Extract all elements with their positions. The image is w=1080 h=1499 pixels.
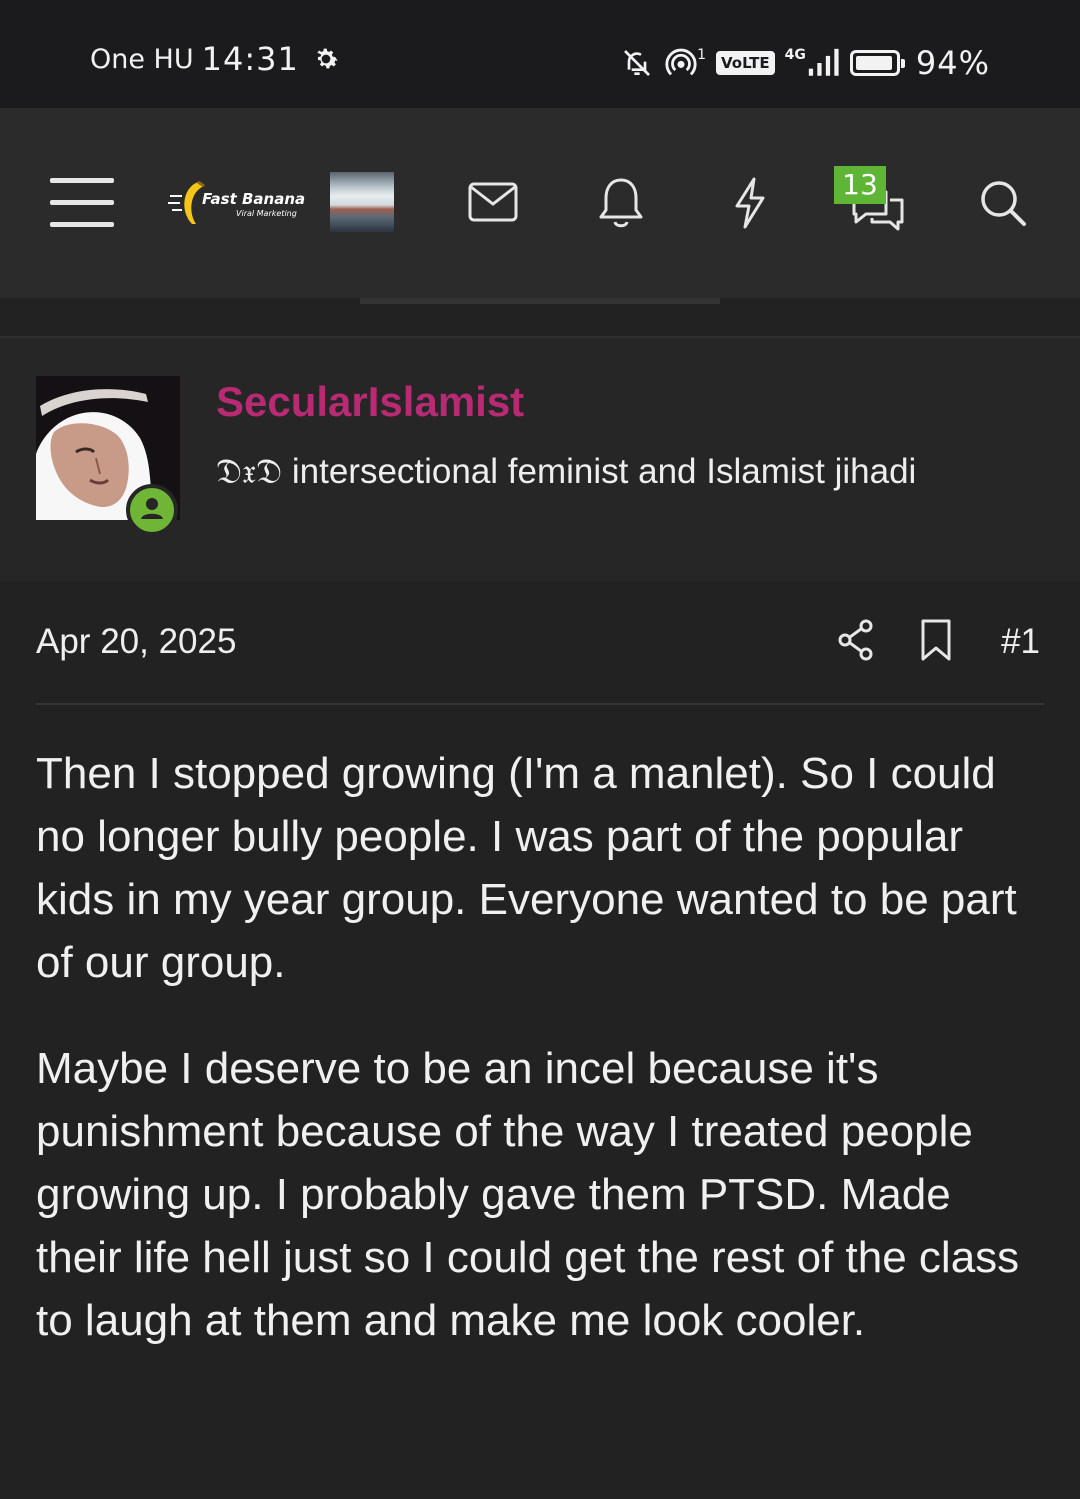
lightning-icon[interactable] bbox=[732, 176, 768, 230]
user-title: 𝔇𝔵𝔇 intersectional feminist and Islamist… bbox=[216, 452, 916, 492]
battery-percent: 94% bbox=[915, 44, 990, 82]
battery-fill bbox=[855, 56, 892, 70]
hotspot-icon bbox=[665, 48, 697, 76]
logo-text: Fast Banana bbox=[202, 190, 306, 208]
gear-icon bbox=[317, 48, 338, 69]
conversations-badge: 13 bbox=[834, 166, 886, 204]
logo-subtext: Viral Marketing bbox=[236, 209, 297, 218]
clock: 14:31 bbox=[201, 40, 299, 78]
post-message: Then I stopped growing (I'm a manlet). S… bbox=[36, 742, 1046, 1395]
status-right: 1 VoLTE 4G 94% bbox=[621, 44, 990, 82]
sim-indicator: 1 bbox=[697, 47, 706, 63]
meta-divider bbox=[36, 703, 1044, 705]
user-title-prefix: 𝔇𝔵𝔇 bbox=[216, 452, 283, 491]
battery-icon bbox=[849, 50, 905, 76]
banner-thumbnail[interactable] bbox=[330, 172, 394, 232]
share-icon[interactable] bbox=[836, 618, 876, 662]
bookmark-icon[interactable] bbox=[918, 618, 954, 662]
bell-icon[interactable] bbox=[598, 176, 644, 230]
status-bar: One HU 14:31 1 VoLTE 4G 94% bbox=[0, 0, 1080, 108]
bell-muted-icon bbox=[624, 50, 651, 76]
network-type: 4G bbox=[784, 47, 806, 63]
status-left: One HU 14:31 bbox=[90, 40, 341, 78]
carrier-name: One HU bbox=[90, 43, 194, 75]
message-paragraph: Then I stopped growing (I'm a manlet). S… bbox=[36, 749, 1017, 987]
top-navigation: Fast Banana Viral Marketing 13 bbox=[0, 108, 1080, 298]
username-link[interactable]: SecularIslamist bbox=[216, 378, 524, 426]
menu-icon[interactable] bbox=[50, 178, 114, 228]
post-date[interactable]: Apr 20, 2025 bbox=[36, 622, 236, 662]
site-logo[interactable]: Fast Banana Viral Marketing bbox=[168, 178, 305, 228]
signal-icon bbox=[808, 48, 839, 76]
post-number[interactable]: #1 bbox=[1001, 622, 1040, 662]
post-meta: Apr 20, 2025 #1 bbox=[36, 618, 1044, 678]
search-icon[interactable] bbox=[978, 178, 1028, 228]
nav-underline bbox=[360, 298, 720, 304]
post-user-header: SecularIslamist 𝔇𝔵𝔇 intersectional femin… bbox=[0, 336, 1080, 581]
online-status-icon bbox=[126, 484, 178, 536]
envelope-icon[interactable] bbox=[468, 182, 518, 222]
header-pointer bbox=[74, 546, 142, 580]
volte-badge: VoLTE bbox=[715, 51, 775, 75]
message-paragraph: Maybe I deserve to be an incel because i… bbox=[36, 1044, 1020, 1345]
user-title-text: intersectional feminist and Islamist jih… bbox=[291, 452, 917, 491]
